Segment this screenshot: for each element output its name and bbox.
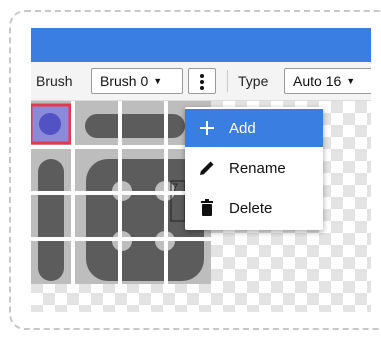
menu-item-label: Add	[229, 120, 256, 137]
brush-label: Brush	[36, 73, 73, 89]
brush-select[interactable]: Brush 0 ▼	[91, 68, 183, 94]
title-bar	[31, 28, 371, 62]
toolbar-divider	[227, 70, 228, 92]
tile-vertical-bar[interactable]	[38, 159, 64, 281]
menu-item-rename[interactable]: Rename	[185, 149, 323, 187]
menu-item-delete[interactable]: Delete	[185, 189, 323, 227]
type-label: Type	[238, 73, 269, 89]
caret-down-icon: ▼	[346, 76, 356, 86]
pencil-icon	[197, 158, 217, 178]
toolbar: Brush Brush 0 ▼ Type Auto 16 ▼	[31, 62, 371, 101]
menu-item-label: Rename	[229, 160, 286, 177]
menu-item-add[interactable]: Add	[185, 109, 323, 147]
selected-tile-dot	[39, 113, 61, 135]
type-select-value: Auto 16	[293, 73, 342, 89]
brush-options-button[interactable]	[188, 68, 216, 94]
brush-select-value: Brush 0	[100, 73, 149, 89]
kebab-dot	[200, 80, 204, 84]
brush-context-menu: Add Rename Delete	[185, 107, 323, 230]
type-select[interactable]: Auto 16 ▼	[284, 68, 371, 94]
kebab-dot	[200, 74, 204, 78]
kebab-dot	[200, 86, 204, 90]
caret-down-icon: ▼	[153, 76, 163, 86]
tile-horizontal-bar[interactable]	[85, 114, 185, 138]
menu-item-label: Delete	[229, 200, 273, 217]
trash-icon	[197, 198, 217, 218]
plus-icon	[197, 118, 217, 138]
